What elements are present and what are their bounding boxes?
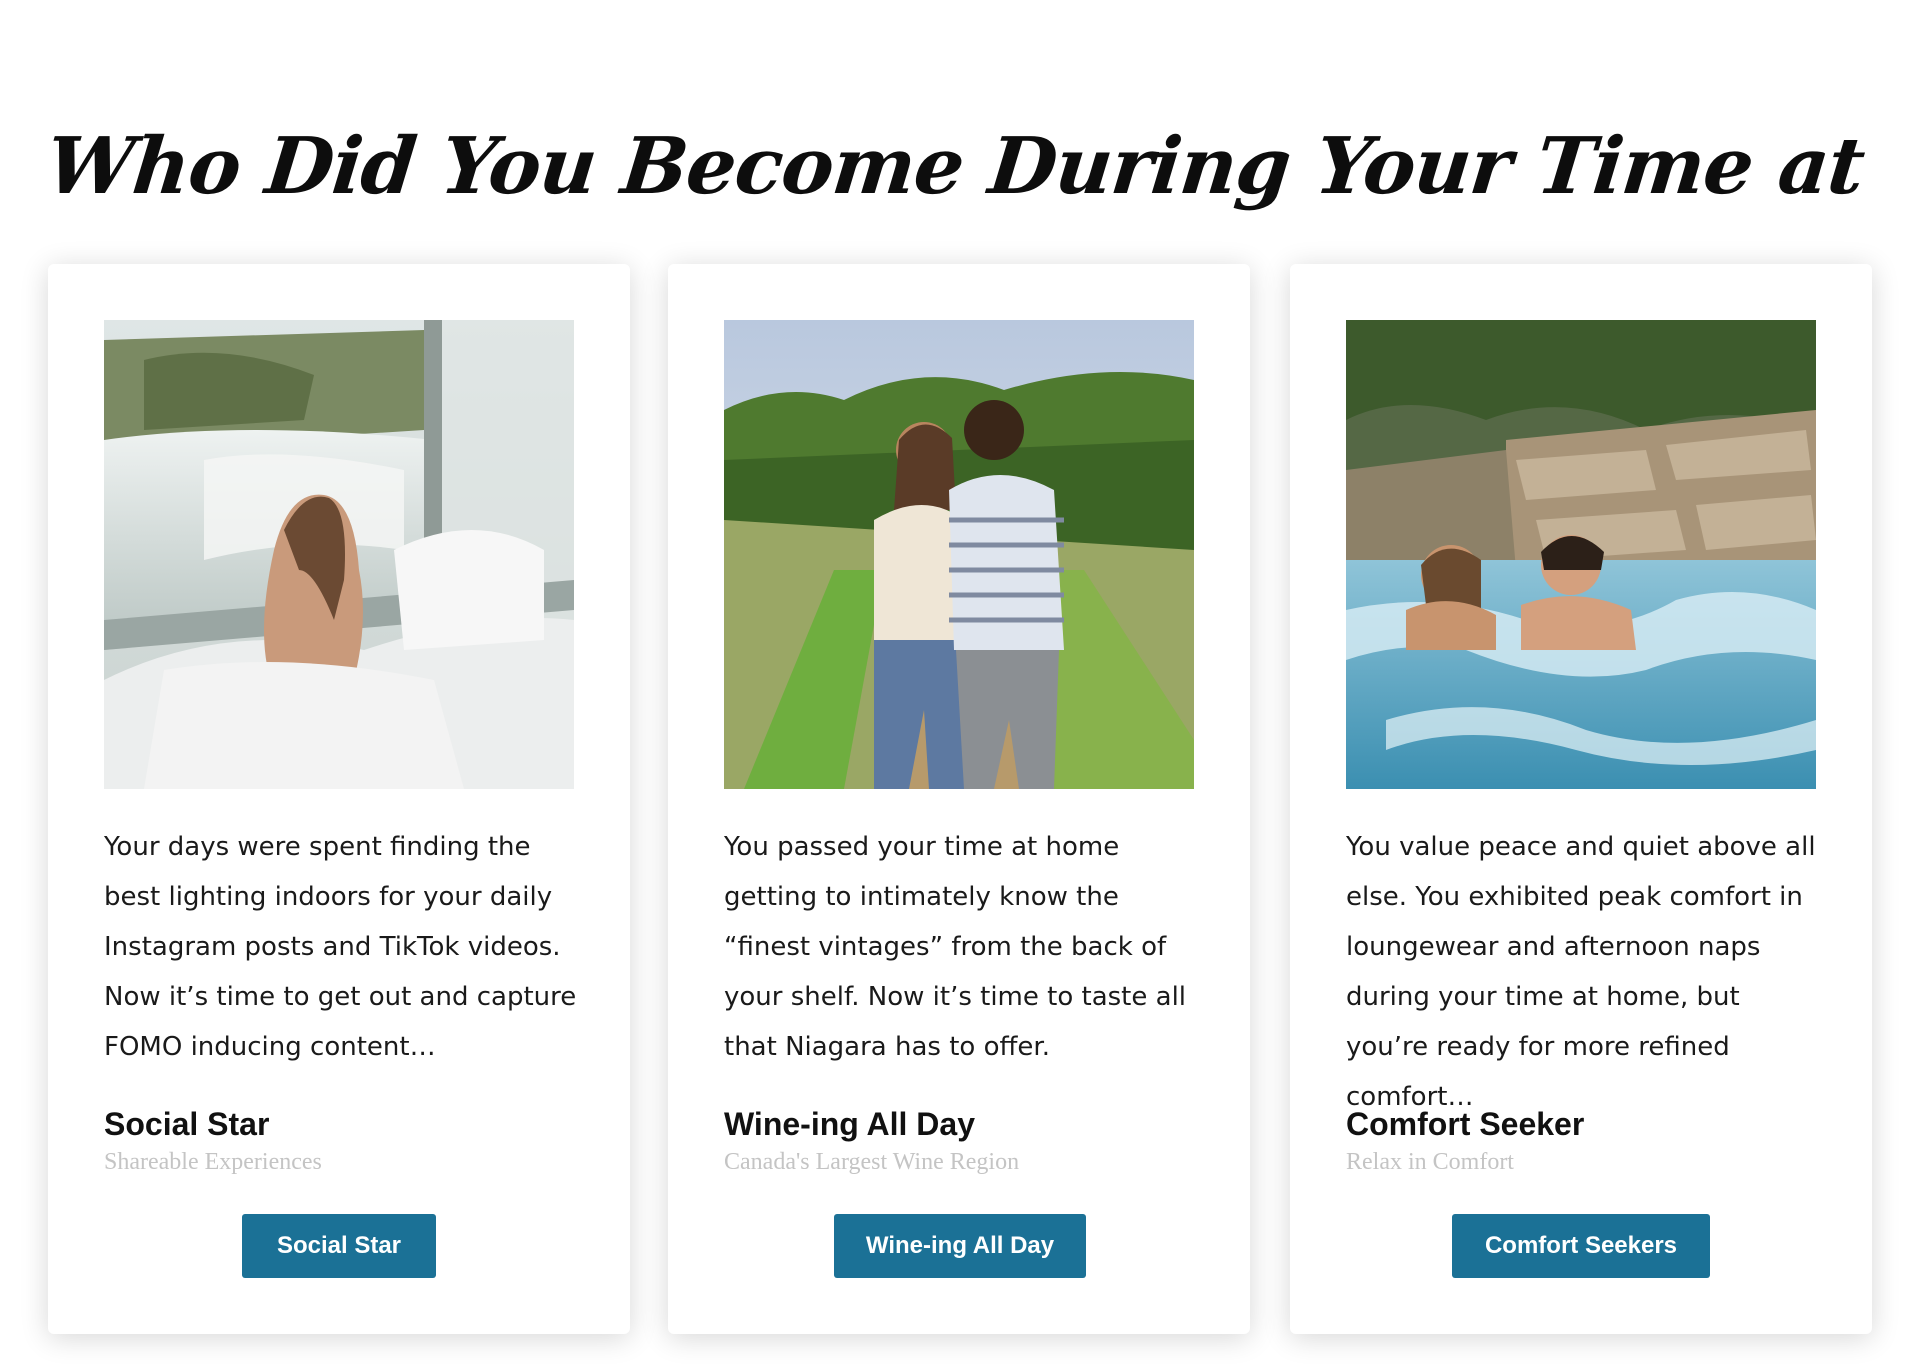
card-social-star: Your days were spent finding the best li… <box>48 264 630 1334</box>
photo-couple-vineyard-icon <box>724 320 1194 789</box>
card-subtitle: Relax in Comfort <box>1346 1149 1514 1175</box>
social-star-button[interactable]: Social Star <box>242 1214 436 1278</box>
comfort-seekers-button[interactable]: Comfort Seekers <box>1452 1214 1710 1278</box>
photo-couple-hot-tub-icon <box>1346 320 1816 789</box>
card-description: Your days were spent finding the best li… <box>104 832 577 1062</box>
card-title: Social Star <box>104 1106 270 1142</box>
wine-ing-all-day-button[interactable]: Wine-ing All Day <box>834 1214 1086 1278</box>
photo-hotel-bed-falls-view-icon <box>104 320 574 789</box>
card-description: You passed your time at home getting to … <box>724 832 1187 1062</box>
card-subtitle: Canada's Largest Wine Region <box>724 1149 1020 1175</box>
card-subtitle: Shareable Experiences <box>104 1149 322 1175</box>
card-title: Comfort Seeker <box>1346 1106 1585 1142</box>
card-description: You value peace and quiet above all else… <box>1346 832 1816 1112</box>
card-wine-ing-all-day: You passed your time at home getting to … <box>668 264 1250 1334</box>
card-comfort-seeker: You value peace and quiet above all else… <box>1290 264 1872 1334</box>
page-headline: Who Did You Become During Your Time at H… <box>41 121 1869 362</box>
card-title: Wine-ing All Day <box>724 1106 975 1142</box>
